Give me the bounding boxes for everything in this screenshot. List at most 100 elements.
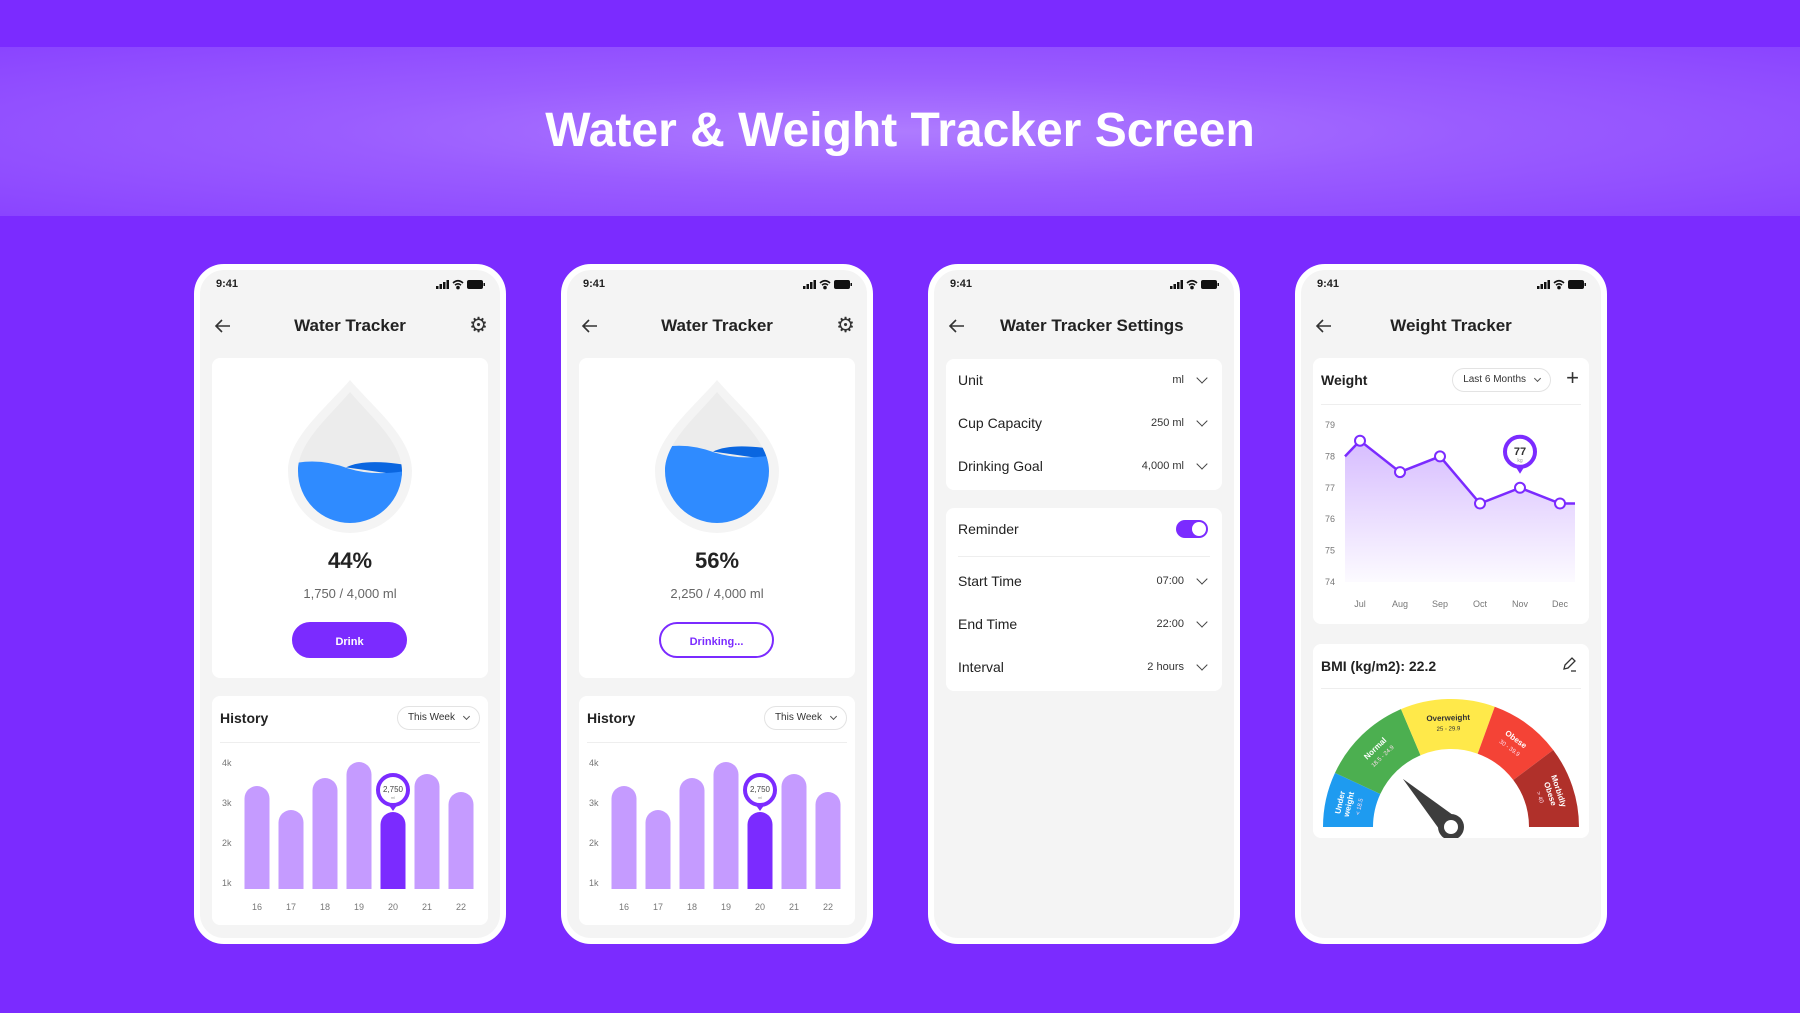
data-point[interactable] (1354, 434, 1366, 447)
chevron-down-icon[interactable] (1196, 415, 1208, 427)
screen-title: Weight Tracker (1390, 316, 1512, 335)
needle-pivot (1444, 820, 1458, 834)
x-tick-label: Aug (1392, 599, 1408, 609)
x-tick-label: 21 (422, 902, 432, 912)
x-tick-label: 20 (755, 902, 765, 912)
wifi-icon (452, 279, 464, 290)
add-weight-plus-icon[interactable]: + (1566, 366, 1579, 390)
reminder-label: Reminder (958, 521, 1019, 537)
setting-value: 4,000 ml (1141, 460, 1184, 472)
status-time: 9:41 (1317, 278, 1340, 290)
setting-row-end-time[interactable]: End Time 22:00 (958, 612, 1210, 636)
reminder-toggle[interactable] (1176, 520, 1208, 538)
chevron-down-icon[interactable] (1196, 458, 1208, 470)
x-tick-label: Sep (1432, 599, 1448, 609)
setting-label: Interval (958, 659, 1004, 675)
x-tick-label: 16 (252, 902, 262, 912)
setting-row-unit[interactable]: Unit ml (958, 368, 1210, 392)
bar[interactable] (645, 810, 671, 889)
water-progress-card: 56% 2,250 / 4,000 ml Drinking... (579, 358, 855, 678)
y-tick-label: 3k (222, 798, 232, 808)
y-tick-label: 4k (222, 758, 232, 768)
chevron-down-icon[interactable] (1196, 659, 1208, 671)
signal-icon (436, 280, 449, 289)
bar[interactable] (312, 778, 338, 889)
history-card: 4k 3k 2k 1k 16 17 18 19 20 2,750 ml 21 22 History Th… (579, 696, 855, 925)
bar[interactable] (346, 762, 372, 889)
signal-icon (1537, 280, 1550, 289)
setting-row-interval[interactable]: Interval 2 hours (958, 655, 1210, 679)
data-point[interactable] (1394, 466, 1406, 479)
y-tick-label: 1k (589, 878, 599, 888)
drink-button[interactable]: Drinking... (659, 622, 774, 658)
bar[interactable] (380, 812, 406, 889)
chevron-down-icon[interactable] (1196, 573, 1208, 585)
weight-card: 79 78 77 76 75 74 Jul Aug Sep Oct Nov 77 kg Dec Weigh… (1313, 358, 1589, 624)
history-bar-chart: 4k 3k 2k 1k 16 17 18 19 20 2,750ml 21 22 (222, 758, 474, 912)
chevron-down-icon[interactable] (1196, 372, 1208, 384)
status-icons (1170, 279, 1219, 290)
water-fill (298, 461, 402, 523)
tooltip-value: 77 (1514, 446, 1526, 458)
setting-label: Cup Capacity (958, 415, 1043, 431)
history-card: 4k 3k 2k 1k 16 17 18 19 20 2,750 ml 21 22 History Th… (212, 696, 488, 925)
setting-row-drinking-goal[interactable]: Drinking Goal 4,000 ml (958, 454, 1210, 478)
settings-gear-icon[interactable]: ⚙ (469, 314, 488, 338)
drink-button[interactable]: Drink (292, 622, 407, 658)
setting-value: 250 ml (1150, 417, 1184, 429)
divider (958, 556, 1210, 557)
bar[interactable] (611, 786, 637, 889)
bar[interactable] (815, 792, 841, 889)
tooltip-unit: kg (1517, 458, 1523, 464)
bar[interactable] (679, 778, 705, 889)
divider (587, 742, 847, 743)
bar[interactable] (414, 774, 440, 889)
screen-title: Water Tracker (294, 316, 406, 335)
page-title: Water & Weight Tracker Screen (545, 104, 1255, 157)
x-tick-label: Oct (1473, 599, 1488, 609)
period-dropdown[interactable]: This Week (763, 706, 847, 730)
tooltip-unit: ml (391, 795, 395, 800)
bar[interactable] (781, 774, 807, 889)
data-point[interactable] (1554, 497, 1566, 510)
settings-group-general: Unit ml Cup Capacity 250 ml Drinking Goal 4,0… (946, 359, 1222, 490)
settings-gear-icon[interactable]: ⚙ (836, 314, 855, 338)
setting-label: Drinking Goal (958, 458, 1043, 474)
divider (1321, 404, 1581, 405)
header: Water Tracker Settings (934, 314, 1234, 338)
bar[interactable] (713, 762, 739, 889)
x-tick-label: 16 (619, 902, 629, 912)
setting-row-start-time[interactable]: Start Time 07:00 (958, 569, 1210, 593)
data-point[interactable] (1474, 497, 1486, 510)
status-bar: 9:41 (1313, 278, 1589, 292)
x-tick-label: Jul (1354, 599, 1366, 609)
progress-amount: 1,750 / 4,000 ml (303, 586, 397, 601)
back-arrow-icon[interactable] (948, 317, 966, 335)
title-banner: Water & Weight Tracker Screen (0, 47, 1800, 216)
screen-title: Water Tracker (661, 316, 773, 335)
y-tick-label: 74 (1325, 577, 1335, 587)
bar[interactable] (244, 786, 270, 889)
phone-weight-tracker: 9:41 Weight Tracker 79 78 77 76 75 74 Jul Aug Se… (1295, 264, 1607, 944)
x-tick-label: 19 (721, 902, 731, 912)
period-dropdown[interactable]: Last 6 Months (1452, 368, 1551, 392)
tooltip-value: 2,750 (383, 785, 404, 794)
water-progress-card: 44% 1,750 / 4,000 ml Drink (212, 358, 488, 678)
progress-percent: 56% (694, 548, 740, 573)
y-tick-label: 79 (1325, 420, 1335, 430)
bar[interactable] (278, 810, 304, 889)
tooltip-unit: ml (758, 795, 762, 800)
data-point[interactable] (1514, 481, 1526, 494)
period-dropdown[interactable]: This Week (396, 706, 480, 730)
bar[interactable] (448, 792, 474, 889)
setting-value: 2 hours (1147, 661, 1184, 673)
chevron-down-icon[interactable] (1196, 616, 1208, 628)
bar[interactable] (747, 812, 773, 889)
setting-row-cup-capacity[interactable]: Cup Capacity 250 ml (958, 411, 1210, 435)
y-tick-label: 2k (222, 838, 232, 848)
data-point[interactable] (1434, 450, 1446, 463)
y-tick-label: 2k (589, 838, 599, 848)
progress-percent: 44% (327, 548, 373, 573)
water-fill (665, 445, 769, 523)
x-tick-label: 19 (354, 902, 364, 912)
